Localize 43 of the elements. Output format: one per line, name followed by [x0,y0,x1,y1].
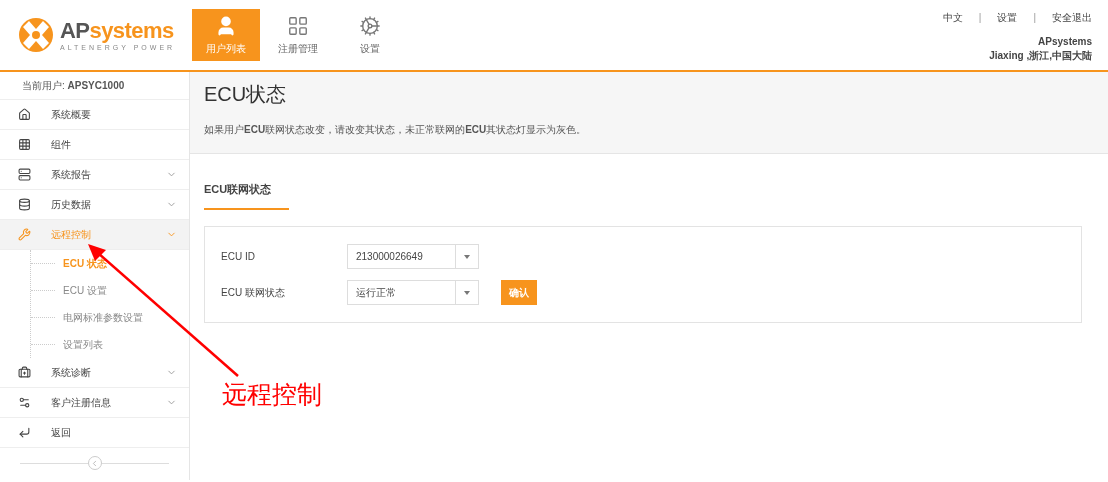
page-title: ECU状态 [204,84,288,104]
current-user: 当前用户: APSYC1000 [22,79,125,93]
link-separator: | [1033,11,1036,25]
account-name: APsystems [1038,35,1092,49]
sidebar-subitem[interactable]: 设置列表 [63,337,103,352]
list-icon [18,168,31,181]
home-icon [18,108,31,121]
top-link[interactable]: 安全退出 [1052,10,1092,25]
grid-icon [287,14,309,37]
medical-kit-icon [18,366,31,379]
logo-text: APsystems [60,19,175,42]
dropdown-caret-icon [464,290,470,295]
field-label: ECU ID [221,250,256,264]
wrench-icon [18,228,31,241]
annotation-label: 远程控制 [222,382,322,407]
user-icon [215,14,237,37]
sidebar-item[interactable]: 返回 [0,418,189,448]
top-link[interactable]: 中文 [942,10,963,25]
top-link[interactable]: 设置 [997,10,1018,25]
page-description: 如果用户ECU联网状态改变，请改变其状态，未正常联网的ECU其状态灯显示为灰色。 [204,123,588,137]
return-icon [18,426,31,439]
gear-icon [359,14,381,37]
account-location: Jiaxing ,浙江,中国大陆 [989,49,1092,63]
field-label: ECU 联网状态 [221,286,286,300]
database-icon [18,198,31,211]
select-field[interactable]: 213000026649 [347,244,479,269]
sidebar-item[interactable]: 系统报告 [0,160,189,190]
nav-tab[interactable]: 设置 [336,9,404,61]
sidebar-subitem[interactable]: 电网标准参数设置 [63,310,143,325]
section-title: ECU联网状态 [204,183,272,195]
nav-tab[interactable]: 注册管理 [264,9,332,61]
dropdown-caret-icon [464,254,470,259]
sidebar-subitem[interactable]: ECU 设置 [63,283,107,298]
sidebar-item[interactable]: 组件 [0,130,189,160]
sliders-icon [18,396,31,409]
sidebar-item[interactable]: 系统诊断 [0,358,189,388]
sidebar-item[interactable]: 客户注册信息 [0,388,189,418]
link-separator: | [978,11,982,25]
chevron-left-icon [90,458,99,468]
logo-icon [16,15,56,55]
select-field[interactable]: 运行正常 [347,280,479,305]
sidebar-item[interactable]: 系统概要 [0,100,189,130]
grid-icon [18,138,31,151]
